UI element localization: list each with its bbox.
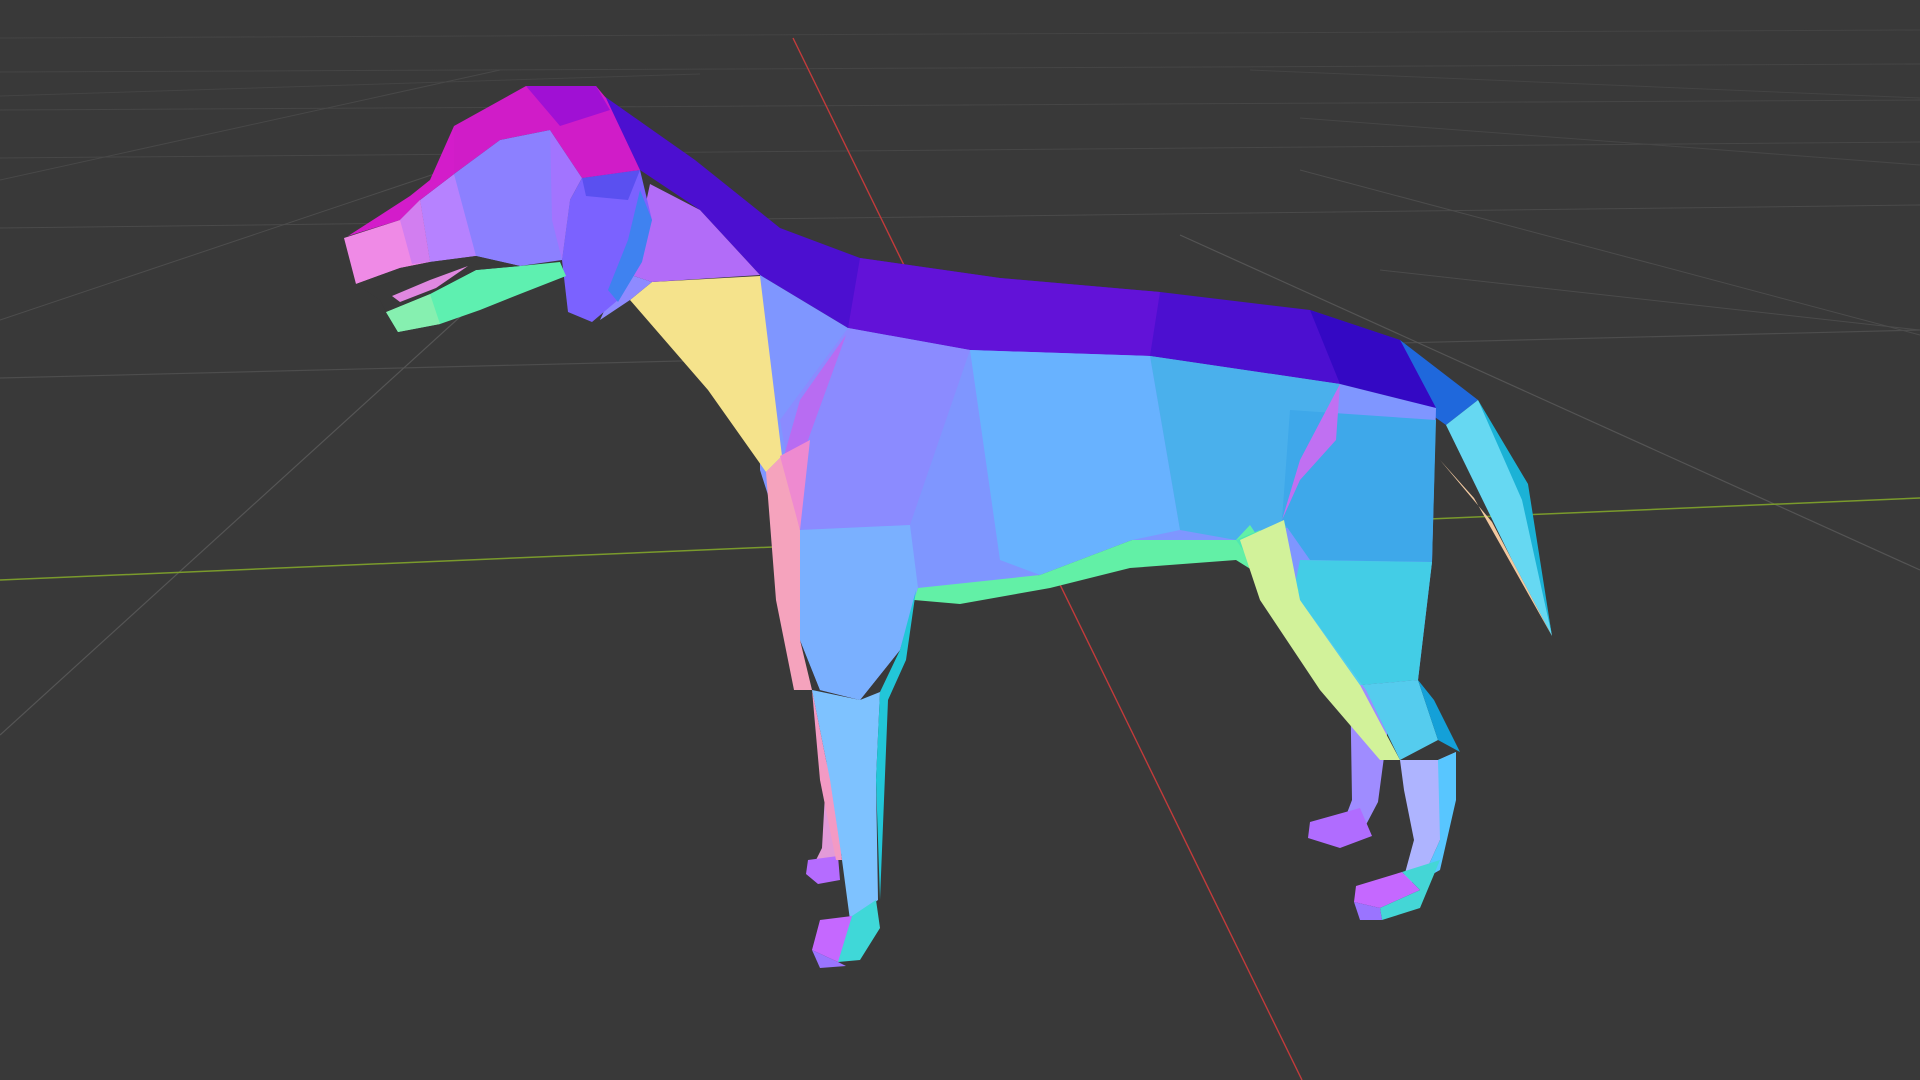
dog-paw [806,856,840,884]
grid-line [1299,169,1920,336]
dog-body-side [800,525,918,700]
dog-model[interactable] [344,86,1552,968]
grid-line [1299,117,1920,166]
dog-front-leg-near [812,690,880,920]
dog-paw [1308,808,1372,848]
grid-line [0,204,1920,229]
grid-line [0,99,1920,111]
grid-line [1379,269,1920,331]
3d-viewport[interactable] [0,0,1920,1080]
grid-line [0,69,501,181]
grid-line [1249,69,1920,99]
dog-body-side [1282,410,1436,562]
dog-chest [630,276,782,472]
grid-line [0,29,1920,39]
grid-line [0,141,1920,159]
grid-line [0,63,1920,73]
